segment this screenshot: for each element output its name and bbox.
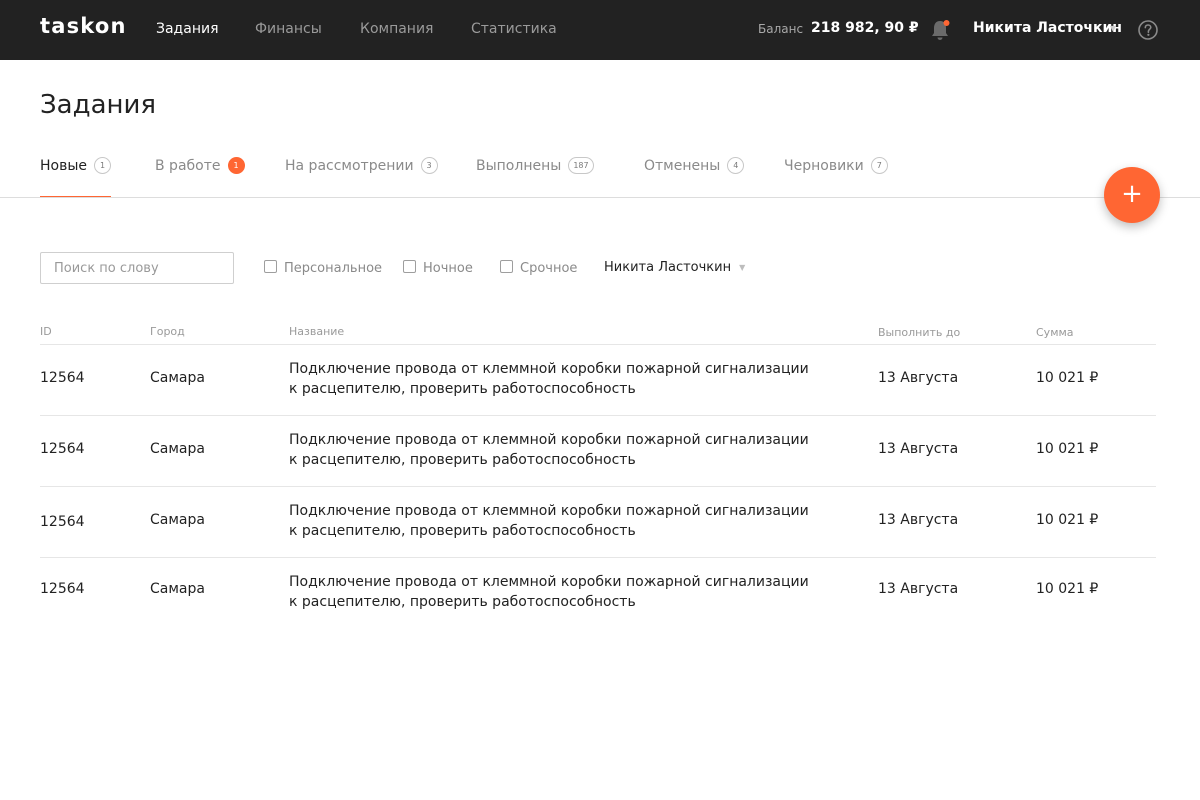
- table-row[interactable]: 12564 Самара Подключение провода от клем…: [40, 487, 1156, 557]
- cell-id: 12564: [40, 514, 85, 530]
- column-header-title: Название: [289, 325, 345, 338]
- cell-title-line: Подключение провода от клеммной коробки …: [289, 361, 809, 377]
- column-header-id: ID: [40, 325, 52, 338]
- tab-count-badge: 4: [727, 157, 745, 174]
- checkbox-box[interactable]: [403, 260, 416, 273]
- top-bar: taskon Задания Финансы Компания Статисти…: [0, 0, 1200, 60]
- cell-sum: 10 021 ₽: [1036, 512, 1099, 528]
- cell-id: 12564: [40, 370, 85, 386]
- nav-item-finance[interactable]: Финансы: [255, 21, 322, 37]
- cell-title-line: к расцепителю, проверить работоспособнос…: [289, 381, 636, 397]
- cell-due: 13 Августа: [878, 512, 959, 528]
- checkbox-label: Ночное: [423, 261, 473, 276]
- cell-title-line: Подключение провода от клеммной коробки …: [289, 574, 809, 590]
- chevron-down-icon[interactable]: ▼: [1110, 24, 1116, 33]
- cell-sum: 10 021 ₽: [1036, 441, 1099, 457]
- tab-count-badge: 1: [94, 157, 112, 174]
- nav-item-statistics[interactable]: Статистика: [471, 21, 557, 37]
- table-row[interactable]: 12564 Самара Подключение провода от клем…: [40, 416, 1156, 486]
- tabs-divider: [0, 197, 1200, 198]
- search-input[interactable]: [40, 252, 234, 284]
- tab-completed[interactable]: Выполнены 187: [476, 157, 594, 199]
- column-header-sum: Сумма: [1036, 326, 1074, 339]
- tab-label: Отменены: [644, 157, 721, 174]
- cell-sum: 10 021 ₽: [1036, 581, 1099, 597]
- cell-due: 13 Августа: [878, 441, 959, 457]
- cell-title: Подключение провода от клеммной коробки …: [289, 572, 809, 612]
- cell-title: Подключение провода от клеммной коробки …: [289, 359, 809, 399]
- cell-title-line: к расцепителю, проверить работоспособнос…: [289, 523, 636, 539]
- cell-title-line: Подключение провода от клеммной коробки …: [289, 432, 809, 448]
- checkbox-box[interactable]: [264, 260, 277, 273]
- question-circle-icon[interactable]: [1138, 20, 1158, 40]
- checkbox-box[interactable]: [500, 260, 513, 273]
- tab-count-badge: 1: [227, 157, 245, 174]
- column-header-city: Город: [150, 325, 185, 338]
- checkbox-urgent[interactable]: Срочное: [500, 260, 577, 276]
- tab-label: На рассмотрении: [285, 157, 414, 174]
- cell-id: 12564: [40, 441, 85, 457]
- cell-city: Самара: [150, 441, 205, 457]
- tab-label: В работе: [155, 157, 221, 174]
- tab-drafts[interactable]: Черновики 7: [784, 157, 888, 199]
- user-menu[interactable]: Никита Ласточкин: [973, 20, 1122, 36]
- nav-item-tasks[interactable]: Задания: [156, 21, 219, 37]
- logo[interactable]: taskon: [40, 14, 127, 38]
- cell-due: 13 Августа: [878, 370, 959, 386]
- bell-icon[interactable]: [930, 19, 950, 41]
- cell-id: 12564: [40, 581, 85, 597]
- checkbox-personal[interactable]: Персональное: [264, 260, 382, 276]
- cell-city: Самара: [150, 581, 205, 597]
- cell-title: Подключение провода от клеммной коробки …: [289, 501, 809, 541]
- cell-title-line: Подключение провода от клеммной коробки …: [289, 503, 809, 519]
- checkbox-night[interactable]: Ночное: [403, 260, 473, 276]
- tab-count-badge: 187: [568, 157, 594, 174]
- table-row[interactable]: 12564 Самара Подключение провода от клем…: [40, 558, 1156, 628]
- tab-new[interactable]: Новые 1: [40, 157, 112, 199]
- cell-title-line: к расцепителю, проверить работоспособнос…: [289, 594, 636, 610]
- balance-label: Баланс: [758, 22, 804, 36]
- tab-cancelled[interactable]: Отменены 4: [644, 157, 745, 199]
- tab-count-badge: 3: [420, 157, 438, 174]
- add-task-button[interactable]: +: [1104, 167, 1160, 223]
- assignee-value: Никита Ласточкин: [604, 260, 732, 275]
- nav-item-company[interactable]: Компания: [360, 21, 433, 37]
- cell-due: 13 Августа: [878, 581, 959, 597]
- chevron-down-icon: ▼: [739, 263, 746, 272]
- checkbox-label: Персональное: [284, 261, 383, 276]
- tab-in-progress[interactable]: В работе 1: [155, 157, 245, 199]
- cell-city: Самара: [150, 512, 205, 528]
- cell-sum: 10 021 ₽: [1036, 370, 1099, 386]
- tab-label: Новые: [40, 157, 88, 174]
- unread-dot: [943, 20, 950, 26]
- tab-under-review[interactable]: На рассмотрении 3: [285, 157, 438, 199]
- checkbox-label: Срочное: [520, 261, 578, 276]
- balance-value: 218 982, 90 ₽: [811, 20, 919, 36]
- column-header-due: Выполнить до: [878, 326, 961, 339]
- cell-title: Подключение провода от клеммной коробки …: [289, 430, 809, 470]
- assignee-dropdown[interactable]: Никита Ласточкин ▼: [604, 260, 745, 275]
- tab-label: Выполнены: [476, 157, 562, 174]
- table-row[interactable]: 12564 Самара Подключение провода от клем…: [40, 345, 1156, 415]
- cell-title-line: к расцепителю, проверить работоспособнос…: [289, 452, 636, 468]
- page-title: Задания: [40, 90, 157, 120]
- tab-label: Черновики: [784, 157, 864, 174]
- tab-count-badge: 7: [870, 157, 888, 174]
- cell-city: Самара: [150, 370, 205, 386]
